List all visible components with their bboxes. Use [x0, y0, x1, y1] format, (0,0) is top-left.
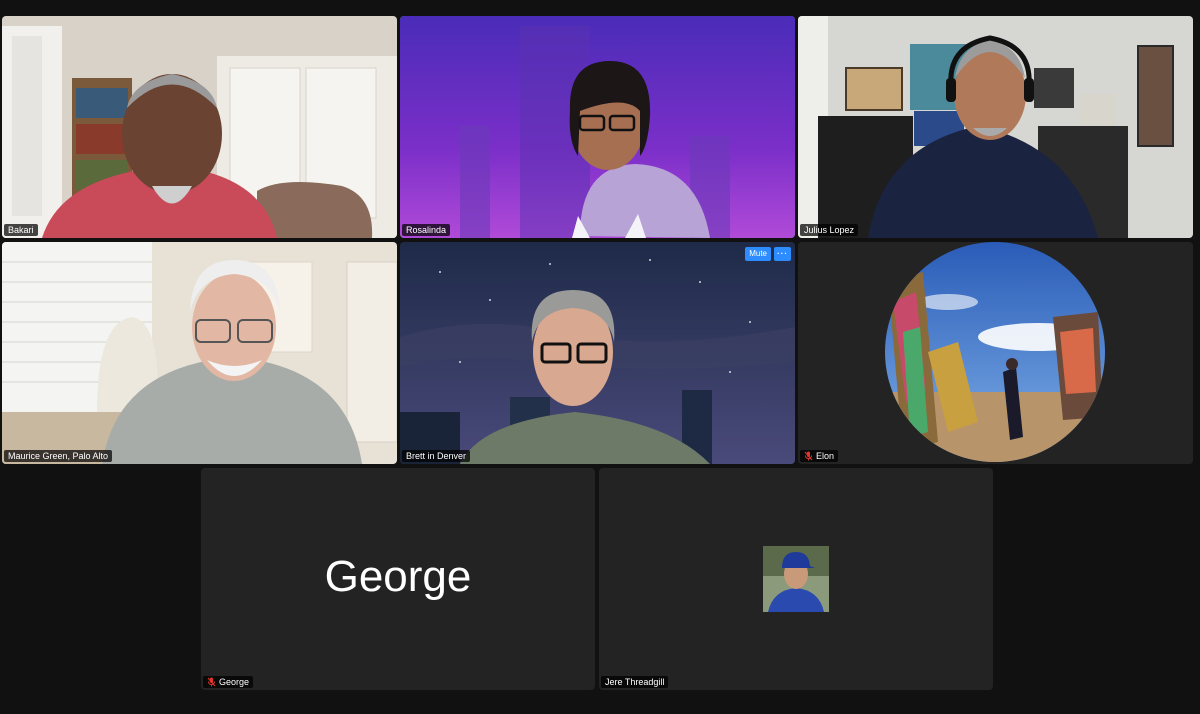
julius-video-feed: [798, 16, 1193, 238]
video-tile-jere[interactable]: Jere Threadgill: [599, 468, 993, 690]
participant-name-tag: Rosalinda: [402, 224, 451, 236]
participant-name: Jere Threadgill: [605, 677, 665, 687]
participant-name-tag: Maurice Green, Palo Alto: [4, 450, 113, 462]
mute-button[interactable]: Mute: [745, 247, 771, 261]
participant-name: Julius Lopez: [804, 225, 855, 235]
participant-name: Elon: [816, 451, 835, 461]
participant-display-name: George: [324, 552, 472, 601]
more-options-button[interactable]: ···: [774, 247, 791, 261]
video-tile-george[interactable]: George George: [201, 468, 595, 690]
muted-mic-icon: [207, 677, 216, 687]
participant-name-tag: Elon: [800, 450, 839, 462]
video-tile-bakari[interactable]: Bakari: [2, 16, 397, 238]
bakari-video-feed: [2, 16, 397, 238]
video-tile-maurice[interactable]: Maurice Green, Palo Alto: [2, 242, 397, 464]
video-tile-elon[interactable]: Elon: [798, 242, 1193, 464]
participant-name-tag: Brett in Denver: [402, 450, 471, 462]
participant-name-tag: Julius Lopez: [800, 224, 859, 236]
muted-mic-icon: [804, 451, 813, 461]
elon-profile-photo: [798, 242, 1193, 464]
brett-video-feed: [400, 242, 795, 464]
gallery-view: Bakari Rosalinda Julius Lopez Maurice Gr…: [0, 0, 1200, 714]
participant-name: Maurice Green, Palo Alto: [8, 451, 109, 461]
participant-name: George: [219, 677, 250, 687]
participant-name-tag: Bakari: [4, 224, 38, 236]
avatar: [763, 546, 829, 612]
participant-name-tag: Jere Threadgill: [601, 676, 669, 688]
participant-name: Rosalinda: [406, 225, 447, 235]
video-tile-rosalinda[interactable]: Rosalinda: [400, 16, 795, 238]
rosalinda-video-feed: [400, 16, 795, 238]
participant-name: Bakari: [8, 225, 34, 235]
participant-hover-controls: Mute ···: [745, 247, 791, 261]
jere-avatar-photo: [763, 546, 829, 612]
participant-name-tag: George: [203, 676, 254, 688]
video-tile-brett[interactable]: Mute ··· Brett in Denver: [400, 242, 795, 464]
participant-name: Brett in Denver: [406, 451, 467, 461]
maurice-video-feed: [2, 242, 397, 464]
video-tile-julius[interactable]: Julius Lopez: [798, 16, 1193, 238]
